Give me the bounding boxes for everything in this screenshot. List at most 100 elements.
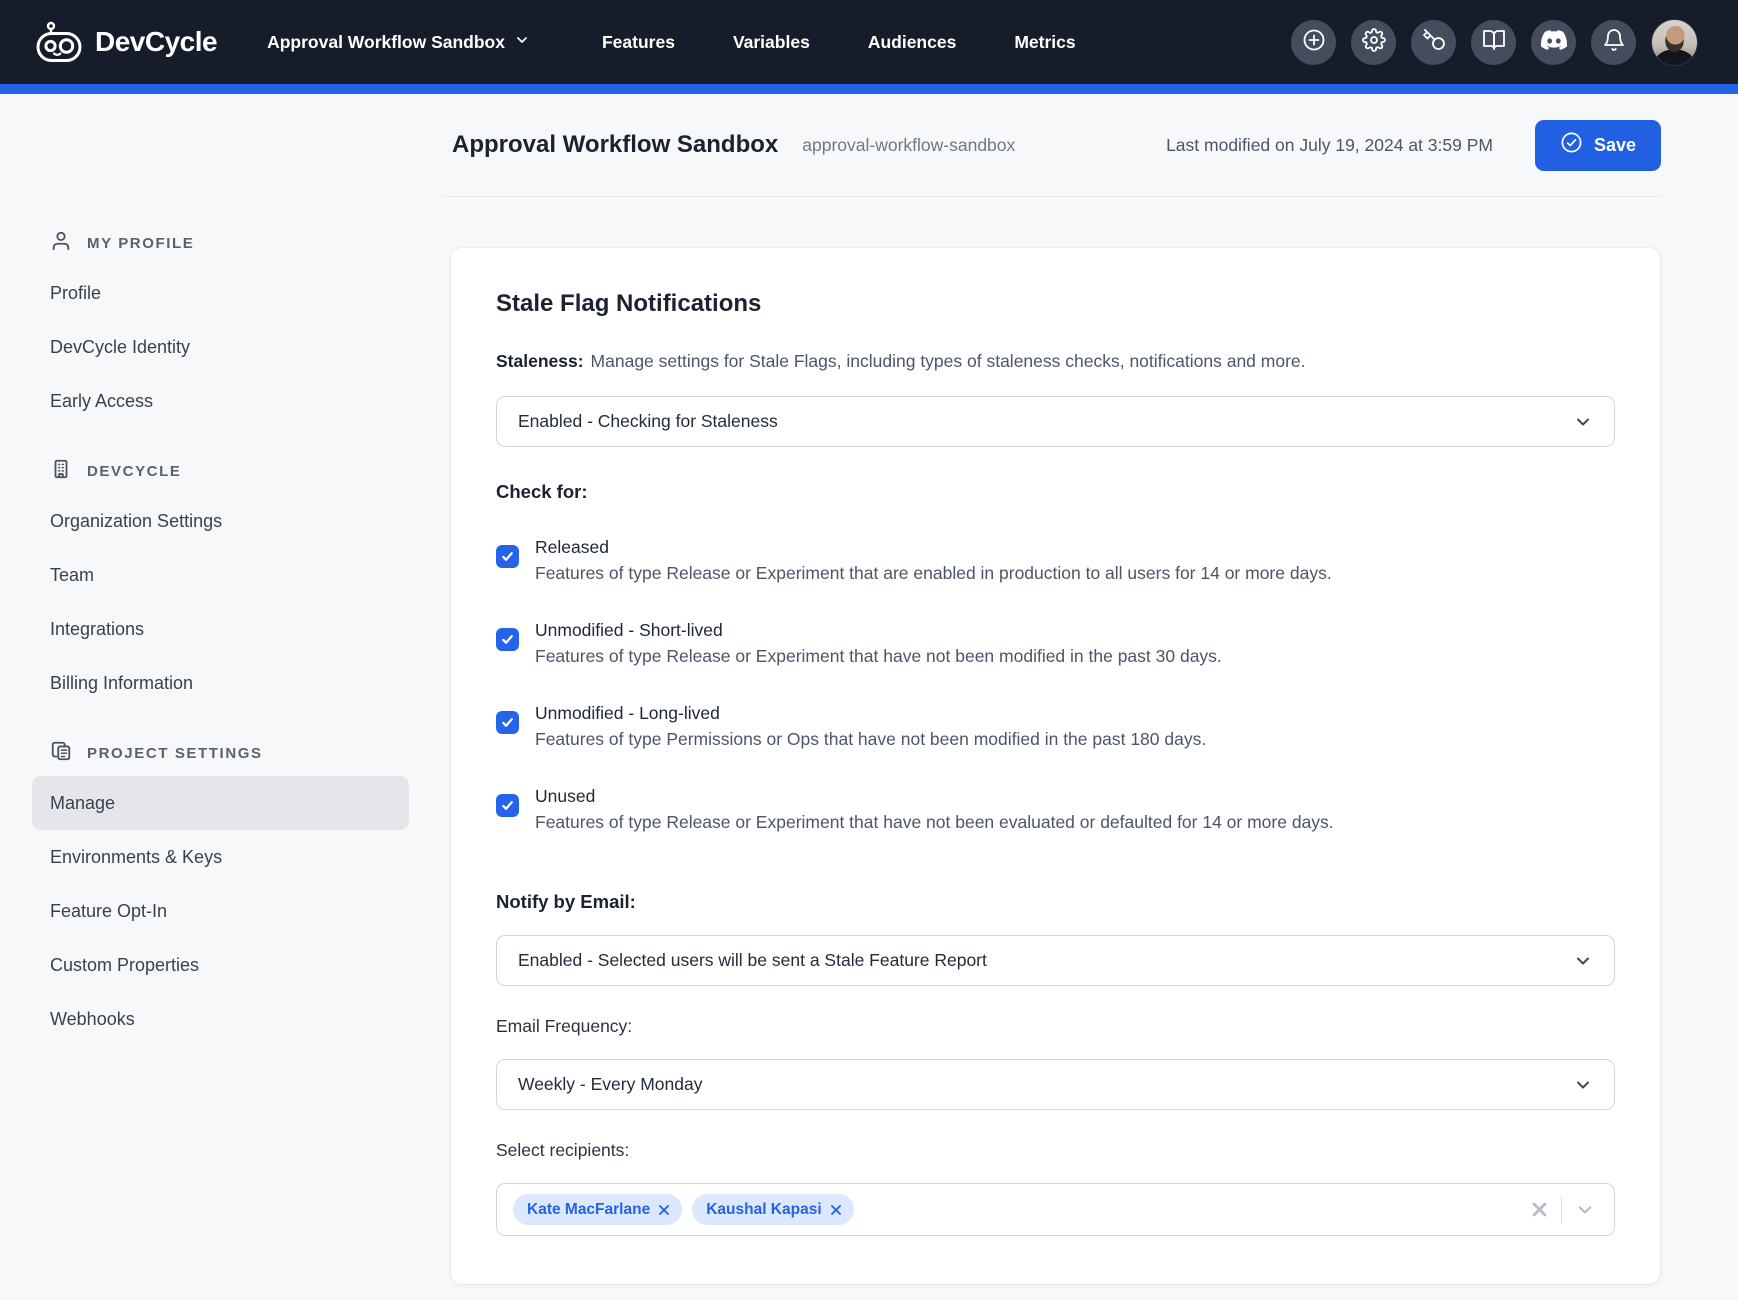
recipient-chip: Kate MacFarlane xyxy=(513,1194,682,1225)
unmodified-long-checkbox[interactable] xyxy=(496,711,519,734)
documentation-button[interactable] xyxy=(1471,20,1516,65)
staleness-select[interactable]: Enabled - Checking for Staleness xyxy=(496,396,1615,447)
recipient-chip: Kaushal Kapasi xyxy=(692,1194,853,1225)
check-desc: Features of type Release or Experiment t… xyxy=(535,560,1332,586)
user-avatar[interactable] xyxy=(1651,19,1698,66)
sidebar-item-team[interactable]: Team xyxy=(32,548,409,602)
sidebar-item-label: Feature Opt-In xyxy=(50,901,167,922)
unmodified-short-checkbox[interactable] xyxy=(496,628,519,651)
check-circle-icon xyxy=(1560,131,1583,159)
chevron-down-icon[interactable] xyxy=(1575,1200,1595,1220)
settings-button[interactable] xyxy=(1351,20,1396,65)
sidebar-item-label: Environments & Keys xyxy=(50,847,222,868)
navbar-icon-group xyxy=(1291,19,1698,66)
sidebar-item-label: Organization Settings xyxy=(50,511,222,532)
settings-sidebar: MY PROFILE Profile DevCycle Identity Ear… xyxy=(0,94,440,1300)
email-frequency-select[interactable]: Weekly - Every Monday xyxy=(496,1059,1615,1110)
sidebar-item-manage[interactable]: Manage xyxy=(32,776,409,830)
page-title: Approval Workflow Sandbox xyxy=(452,131,778,159)
project-selector-dropdown[interactable]: Approval Workflow Sandbox xyxy=(267,32,530,53)
page-header: Approval Workflow Sandbox approval-workf… xyxy=(442,94,1661,197)
section-label: MY PROFILE xyxy=(87,235,194,252)
check-label: Unmodified - Long-lived xyxy=(535,700,1206,726)
released-checkbox[interactable] xyxy=(496,545,519,568)
notify-select-value: Enabled - Selected users will be sent a … xyxy=(518,950,987,971)
check-label: Unused xyxy=(535,783,1334,809)
recipient-name: Kaushal Kapasi xyxy=(706,1201,821,1219)
sidebar-item-label: Manage xyxy=(50,793,115,814)
gear-icon xyxy=(1362,28,1386,57)
recipients-multiselect[interactable]: Kate MacFarlane Kaushal Kapasi xyxy=(496,1183,1615,1236)
staleness-desc-text: Manage settings for Stale Flags, includi… xyxy=(591,351,1306,371)
sidebar-item-environments-keys[interactable]: Environments & Keys xyxy=(32,830,409,884)
sidebar-section-header: MY PROFILE xyxy=(50,220,440,266)
robot-logo-icon xyxy=(36,21,82,63)
notify-by-email-label: Notify by Email: xyxy=(496,891,1615,913)
remove-recipient-icon[interactable] xyxy=(658,1204,670,1216)
check-desc: Features of type Permissions or Ops that… xyxy=(535,726,1206,752)
sidebar-item-integrations[interactable]: Integrations xyxy=(32,602,409,656)
sidebar-section-header: DEVCYCLE xyxy=(50,448,440,494)
sidebar-item-label: Profile xyxy=(50,283,101,304)
discord-button[interactable] xyxy=(1531,20,1576,65)
nav-link-variables[interactable]: Variables xyxy=(733,32,810,53)
recipient-name: Kate MacFarlane xyxy=(527,1201,650,1219)
select-recipients-label: Select recipients: xyxy=(496,1140,1615,1161)
sidebar-item-feature-opt-in[interactable]: Feature Opt-In xyxy=(32,884,409,938)
brand-wordmark: DevCycle xyxy=(95,26,217,58)
chevron-down-icon xyxy=(1573,412,1593,432)
nav-link-metrics[interactable]: Metrics xyxy=(1014,32,1075,53)
sidebar-section-my-profile: MY PROFILE Profile DevCycle Identity Ear… xyxy=(50,220,440,428)
sidebar-item-devcycle-identity[interactable]: DevCycle Identity xyxy=(32,320,409,374)
main-nav: Features Variables Audiences Metrics xyxy=(602,32,1076,53)
check-label: Released xyxy=(535,534,1332,560)
check-row-unused: Unused Features of type Release or Exper… xyxy=(496,783,1615,835)
sidebar-item-label: Billing Information xyxy=(50,673,193,694)
multiselect-controls xyxy=(1531,1196,1595,1224)
staleness-label: Staleness: xyxy=(496,351,584,371)
sidebar-item-label: DevCycle Identity xyxy=(50,337,190,358)
remove-recipient-icon[interactable] xyxy=(830,1204,842,1216)
check-row-released: Released Features of type Release or Exp… xyxy=(496,534,1615,586)
clear-all-icon[interactable] xyxy=(1531,1201,1548,1218)
notifications-button[interactable] xyxy=(1591,20,1636,65)
sidebar-item-label: Team xyxy=(50,565,94,586)
devcycle-settings-page: DevCycle Approval Workflow Sandbox Featu… xyxy=(0,0,1738,1300)
recipient-chips: Kate MacFarlane Kaushal Kapasi xyxy=(513,1194,854,1225)
frequency-select-value: Weekly - Every Monday xyxy=(518,1074,702,1095)
section-label: PROJECT SETTINGS xyxy=(87,745,263,762)
nav-link-features[interactable]: Features xyxy=(602,32,675,53)
discord-icon xyxy=(1541,27,1567,58)
accent-bar xyxy=(0,84,1738,94)
project-selector-label: Approval Workflow Sandbox xyxy=(267,32,505,53)
staleness-select-value: Enabled - Checking for Staleness xyxy=(518,411,778,432)
project-slug: approval-workflow-sandbox xyxy=(802,135,1015,156)
sidebar-item-webhooks[interactable]: Webhooks xyxy=(32,992,409,1046)
card-title: Stale Flag Notifications xyxy=(496,290,1615,318)
check-label: Unmodified - Short-lived xyxy=(535,617,1222,643)
email-frequency-label: Email Frequency: xyxy=(496,1016,1615,1037)
save-button[interactable]: Save xyxy=(1535,120,1661,171)
key-icon xyxy=(1422,28,1446,57)
unused-checkbox[interactable] xyxy=(496,794,519,817)
notify-by-email-select[interactable]: Enabled - Selected users will be sent a … xyxy=(496,935,1615,986)
clipboard-icon xyxy=(50,740,72,766)
sidebar-section-header: PROJECT SETTINGS xyxy=(50,730,440,776)
sidebar-item-profile[interactable]: Profile xyxy=(32,266,409,320)
staleness-description: Staleness: Manage settings for Stale Flag… xyxy=(496,348,1615,374)
sidebar-item-custom-properties[interactable]: Custom Properties xyxy=(32,938,409,992)
chevron-down-icon xyxy=(514,32,530,53)
check-row-unmodified-long: Unmodified - Long-lived Features of type… xyxy=(496,700,1615,752)
sidebar-section-devcycle: DEVCYCLE Organization Settings Team Inte… xyxy=(50,448,440,710)
sidebar-item-early-access[interactable]: Early Access xyxy=(32,374,409,428)
api-keys-button[interactable] xyxy=(1411,20,1456,65)
add-new-button[interactable] xyxy=(1291,20,1336,65)
sidebar-item-label: Custom Properties xyxy=(50,955,199,976)
sidebar-item-billing-information[interactable]: Billing Information xyxy=(32,656,409,710)
building-icon xyxy=(50,458,72,484)
devcycle-logo[interactable]: DevCycle xyxy=(36,21,217,63)
nav-link-audiences[interactable]: Audiences xyxy=(868,32,957,53)
sidebar-item-label: Webhooks xyxy=(50,1009,135,1030)
sidebar-item-organization-settings[interactable]: Organization Settings xyxy=(32,494,409,548)
check-desc: Features of type Release or Experiment t… xyxy=(535,643,1222,669)
